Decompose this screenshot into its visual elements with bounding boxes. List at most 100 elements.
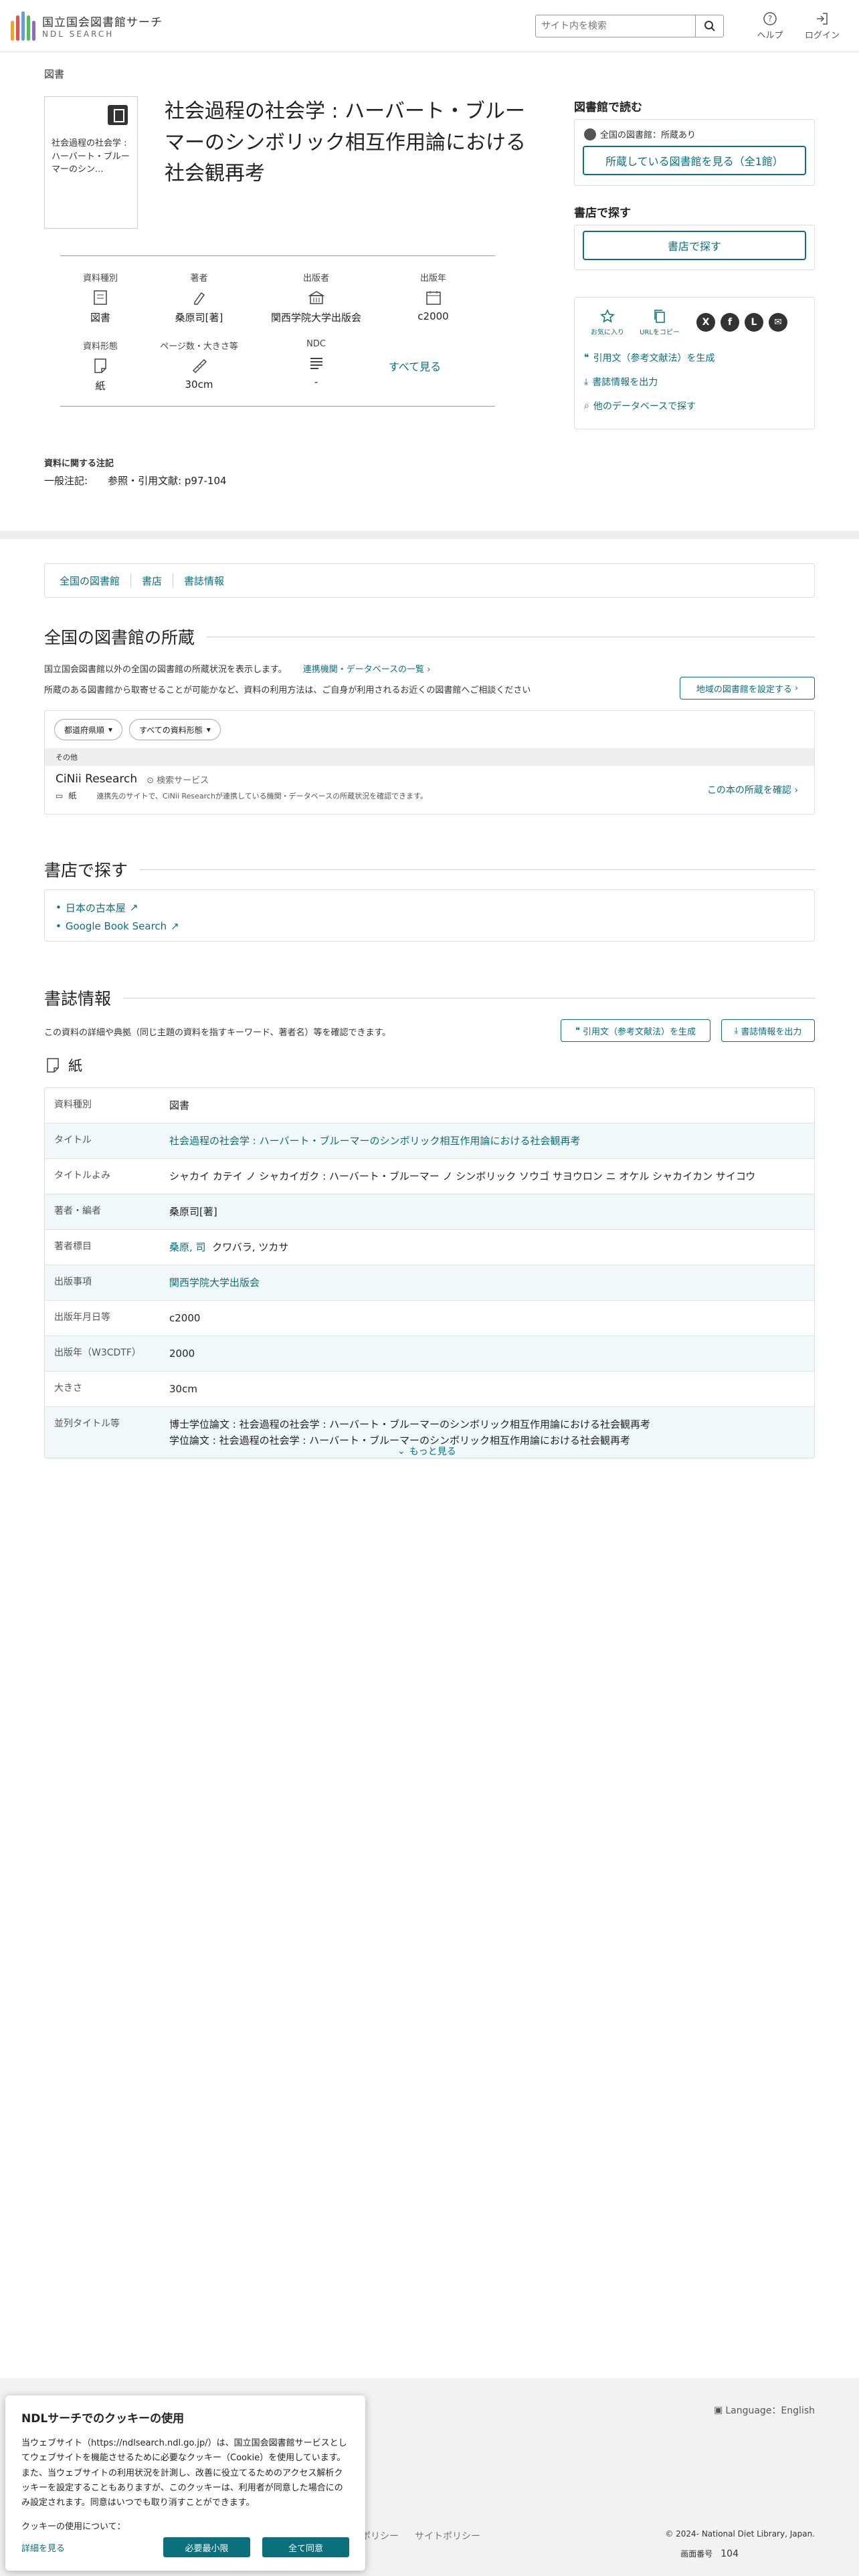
search-bookstore-button[interactable]: 書店で探す [583, 231, 806, 260]
kosho-label: 日本の古本屋 [65, 901, 126, 914]
footer-link-policy[interactable]: ポリシー [361, 2529, 399, 2543]
share-box: お気に入り URLをコピー X f L ✉ ❝ 引用文（参考文献法）を生成 ⤓ 書誌… [574, 297, 815, 429]
logo-title: 国立国会図書館サーチ [42, 16, 163, 29]
export-bibliography-button-label: 書誌情報を出力 [741, 1027, 802, 1037]
publisher-label: 出版者 [302, 274, 329, 284]
notes-heading: 資料に関する注記 [44, 459, 114, 469]
year-label: 出版年 [419, 274, 446, 284]
material-type-icon [94, 290, 107, 305]
row-value: 2000 [169, 1348, 195, 1360]
search-service-badge: ⊙ 検索サービス [147, 775, 209, 786]
holdings-heading-text: 全国の図書館の所蔵 [44, 628, 195, 647]
login-link[interactable]: ログイン [796, 11, 848, 41]
cookie-detail-link[interactable]: 詳細を見る [21, 2541, 65, 2554]
bibliography-heading: 書誌情報 [44, 986, 815, 1010]
copy-url-button[interactable]: URLをコピー [636, 308, 683, 336]
row-value: 博士学位論文 : 社会過程の社会学 : ハーバート・ブルーマーのシンボリック相互… [169, 1418, 651, 1430]
holdings-list: 都道府県順 ▾ すべての資料形態 ▾ その他 CiNii Research ⊙ 検索… [44, 710, 815, 815]
favorite-label: お気に入り [591, 329, 624, 336]
cinii-entry: CiNii Research ⊙ 検索サービス ▭ 紙 連携先のサイトで、CiN… [45, 766, 814, 808]
email-share-icon[interactable]: ✉ [769, 313, 787, 332]
bibliography-table: 資料種別 図書 タイトル 社会過程の社会学 : ハーバート・ブルーマーのシンボリック… [44, 1087, 815, 1459]
holdings-heading: 全国の図書館の所蔵 [44, 625, 815, 649]
title-link[interactable]: 社会過程の社会学 : ハーバート・ブルーマーのシンボリック相互作用論における社会… [169, 1135, 580, 1147]
copy-url-label: URLをコピー [640, 329, 680, 336]
cookie-consent-dialog: NDLサーチでのクッキーの使用 当ウェブサイト（https://ndlsearc… [5, 2395, 365, 2571]
site-search-input[interactable] [535, 14, 696, 37]
pages-value: 30cm [185, 379, 213, 391]
table-row: 大きさ 30cm [45, 1371, 814, 1406]
show-more-label: もっと見る [409, 1446, 456, 1457]
favorite-button[interactable]: お気に入り [584, 308, 631, 336]
form-label: 資料形態 [82, 342, 118, 352]
site-logo[interactable]: 国立国会図書館サーチ NDL SEARCH [11, 11, 163, 41]
footer-link-site-policy[interactable]: サイトポリシー [415, 2529, 480, 2543]
show-more-button[interactable]: ⌄ もっと見る [397, 1444, 456, 1458]
bookstore-heading-text: 書店で探す [44, 861, 128, 880]
author-heading-link[interactable]: 桑原, 司 [169, 1241, 206, 1253]
table-row: 出版年月日等 c2000 [45, 1300, 814, 1335]
row-value: 30cm [169, 1383, 197, 1395]
export-bibliography-link[interactable]: ⤓ 書誌情報を出力 [584, 370, 805, 394]
tab-bibliography[interactable]: 書誌情報 [173, 573, 235, 588]
copyright: © 2024- National Diet Library, Japan. [665, 2529, 815, 2539]
check-holdings-link[interactable]: この本の所蔵を確認 › [707, 783, 798, 796]
ndc-value: - [314, 376, 318, 388]
screen-number-label: 画面番号 [680, 2549, 713, 2559]
row-value: 桑原司[著] [169, 1206, 217, 1218]
bookstore-heading: 書店で探す [44, 857, 815, 881]
shop-box: 書店で探す [574, 225, 815, 270]
export-bibliography-button[interactable]: ⤓ 書誌情報を出力 [721, 1019, 815, 1042]
set-region-label: 地域の図書館を設定する [696, 684, 792, 695]
help-link[interactable]: ? ヘルプ [744, 11, 796, 41]
view-holding-libraries-button[interactable]: 所蔵している図書館を見る（全1館） [583, 146, 806, 175]
holdings-advice: 所蔵のある図書館から取寄せることが可能かなど、資料の利用方法は、ご自身が利用され… [44, 685, 531, 695]
generate-citation-button[interactable]: ❝ 引用文（参考文献法）を生成 [561, 1019, 710, 1042]
see-all-link[interactable]: すべて見る [375, 339, 455, 393]
cinii-form: 紙 [68, 791, 77, 800]
logo-subtitle: NDL SEARCH [42, 29, 114, 39]
login-label: ログイン [804, 30, 840, 41]
row-key: 並列タイトル等 [54, 1418, 120, 1429]
google-books-label: Google Book Search [65, 920, 167, 932]
external-link-icon: ↗ [171, 920, 179, 932]
cinii-note: 連携先のサイトで、CiNii Researchが連携している機関・データベースの… [96, 791, 427, 800]
type-label: 資料種別 [82, 274, 118, 284]
search-icon: ⌕ [584, 401, 589, 411]
bibliography-description: この資料の詳細や典拠（同じ主題の資料を指すキーワード、著者名）等を確認できます。 [44, 1028, 391, 1038]
kosho-link[interactable]: • 日本の古本屋 ↗ [56, 898, 803, 917]
google-books-link[interactable]: • Google Book Search ↗ [56, 917, 803, 936]
line-share-icon[interactable]: L [745, 313, 763, 332]
read-in-library-heading: 図書館で読む [574, 101, 642, 114]
row-key: 大きさ [54, 1383, 82, 1394]
x-share-icon[interactable]: X [696, 313, 715, 332]
calendar-icon [425, 291, 441, 305]
search-button[interactable] [696, 14, 724, 37]
publisher-icon [307, 291, 325, 304]
generate-citation-link[interactable]: ❝ 引用文（参考文献法）を生成 [584, 346, 805, 370]
star-icon [600, 309, 615, 323]
partner-list-link[interactable]: 連携機関・データベースの一覧 [303, 665, 424, 675]
language-switch[interactable]: ▣ Language：English [714, 2403, 815, 2417]
other-database-link[interactable]: ⌕ 他のデータベースで探す [584, 394, 805, 418]
other-database-label: 他のデータベースで探す [593, 401, 696, 412]
pages-label: ページ数・大きさ等 [160, 342, 238, 352]
material-form-heading: 紙 [44, 1055, 82, 1075]
facebook-share-icon[interactable]: f [721, 313, 739, 332]
cookie-accept-all-button[interactable]: 全て同意 [262, 2537, 349, 2557]
export-bibliography-label: 書誌情報を出力 [592, 377, 658, 388]
cookie-title: NDLサーチでのクッキーの使用 [21, 2412, 185, 2426]
tab-libraries[interactable]: 全国の図書館 [60, 574, 130, 588]
set-region-button[interactable]: 地域の図書館を設定する › [680, 677, 815, 700]
material-type-dropdown[interactable]: すべての資料形態 ▾ [129, 719, 221, 740]
tab-bookstores[interactable]: 書店 [130, 573, 173, 588]
table-row: 出版年（W3CDTF） 2000 [45, 1335, 814, 1371]
classification-icon [310, 358, 322, 369]
logo-mark [11, 11, 35, 41]
book-icon [108, 105, 128, 125]
prefecture-sort-dropdown[interactable]: 都道府県順 ▾ [54, 719, 123, 740]
cookie-necessary-button[interactable]: 必要最小限 [163, 2537, 250, 2557]
search-icon [704, 20, 715, 31]
publisher-link[interactable]: 関西学院大学出版会 [169, 1277, 260, 1289]
author-label: 著者 [190, 274, 208, 284]
